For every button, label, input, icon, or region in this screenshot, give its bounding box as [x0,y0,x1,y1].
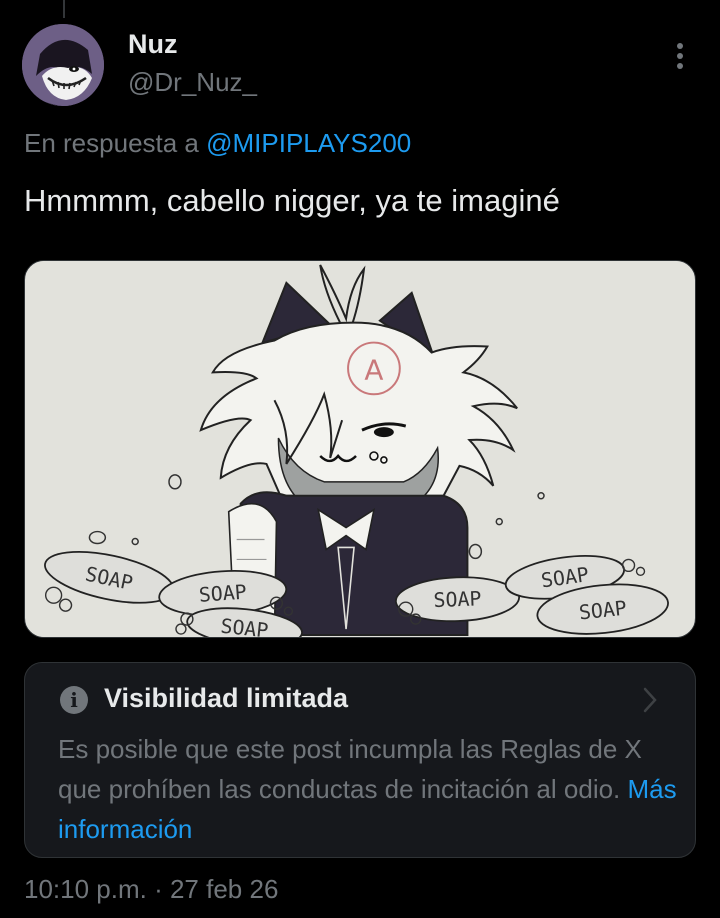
more-options-icon[interactable] [668,40,692,72]
post-timestamp: 10:10 p.m. · 27 feb 26 [24,874,278,905]
reply-mention-link[interactable]: @MIPIPLAYS200 [206,128,411,158]
post-time[interactable]: 10:10 p.m. [24,874,147,904]
avatar[interactable] [22,24,104,106]
more-dot [677,53,683,59]
more-dot [677,63,683,69]
tweet-media-image[interactable]: A SOAP SOAP SOAP SOAP SOAP SOAP [24,260,696,638]
reply-context: En respuesta a @MIPIPLAYS200 [24,128,411,159]
soap-label: SOAP [433,587,482,612]
notice-body: Es posible que este post incumpla las Re… [58,729,678,849]
notice-title: Visibilidad limitada [104,683,349,713]
thread-connector-line [63,0,65,18]
info-icon: i [60,686,88,714]
author-name[interactable]: Nuz [128,29,178,60]
reply-prefix: En respuesta a [24,128,207,158]
soap-label: SOAP [198,581,247,607]
more-dot [677,43,683,49]
author-handle[interactable]: @Dr_Nuz_ [128,67,257,98]
forehead-mark-text: A [364,353,383,386]
chevron-right-icon [643,687,657,713]
timestamp-separator: · [146,874,170,904]
tweet-text: Hmmmm, cabello nigger, ya te imaginé [24,183,560,218]
media-illustration: A SOAP SOAP SOAP SOAP SOAP SOAP [25,261,695,637]
limited-visibility-notice[interactable]: i Visibilidad limitada Es posible que es… [24,662,696,858]
notice-body-text: Es posible que este post incumpla las Re… [58,734,642,804]
character-avatar-icon [22,24,104,106]
soap-label: SOAP [219,615,269,637]
post-date[interactable]: 27 feb 26 [170,874,278,904]
